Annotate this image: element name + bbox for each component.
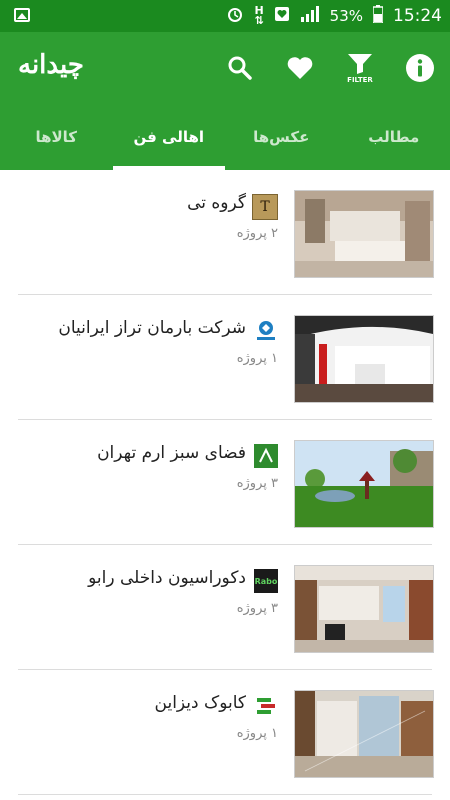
company-logo: Rabo bbox=[254, 569, 278, 593]
project-thumbnail bbox=[294, 190, 434, 278]
company-name: گروه تی bbox=[187, 193, 246, 213]
info-button[interactable] bbox=[400, 48, 440, 88]
info-icon bbox=[406, 54, 434, 82]
company-name: کابوک دیزاین bbox=[154, 693, 246, 713]
tab-photos[interactable]: عکس‌ها bbox=[225, 104, 338, 170]
list-item[interactable]: شرکت بارمان تراز ایرانیان ۱ پروژه bbox=[18, 295, 434, 420]
data-hplus-icon: H ⇅ bbox=[254, 4, 264, 27]
project-thumbnail bbox=[294, 690, 434, 778]
project-thumbnail bbox=[294, 565, 434, 653]
alarm-icon bbox=[226, 5, 244, 27]
search-button[interactable] bbox=[220, 48, 260, 88]
project-count: ۲ پروژه bbox=[236, 226, 278, 241]
status-bar: H ⇅ 53% 15:24 bbox=[0, 0, 450, 32]
search-icon bbox=[228, 56, 252, 80]
signal-icon bbox=[300, 6, 320, 26]
heart-notification-icon bbox=[274, 6, 290, 26]
list-item[interactable]: کابوک دیزاین ۱ پروژه bbox=[18, 670, 434, 795]
battery-percent: 53% bbox=[329, 7, 363, 25]
project-thumbnail bbox=[294, 315, 434, 403]
clock-time: 15:24 bbox=[393, 6, 442, 26]
list-item[interactable]: فضای سبز ارم تهران ۳ پروژه bbox=[18, 420, 434, 545]
project-count: ۱ پروژه bbox=[236, 351, 278, 366]
company-name: شرکت بارمان تراز ایرانیان bbox=[58, 318, 246, 338]
tab-articles[interactable]: مطالب bbox=[338, 104, 450, 170]
filter-icon bbox=[348, 53, 372, 74]
company-name: فضای سبز ارم تهران bbox=[97, 443, 246, 463]
list-item[interactable]: Rabo دکوراسیون داخلی رابو ۳ پروژه bbox=[18, 545, 434, 670]
project-thumbnail bbox=[294, 440, 434, 528]
filter-caption: FILTER bbox=[347, 75, 373, 84]
filter-button[interactable]: FILTER bbox=[340, 48, 380, 88]
professionals-list: T گروه تی ۲ پروژه شرکت بارمان تراز ایران… bbox=[0, 170, 450, 795]
list-item[interactable]: T گروه تی ۲ پروژه bbox=[18, 170, 434, 295]
company-name: دکوراسیون داخلی رابو bbox=[88, 568, 246, 588]
tab-professionals[interactable]: اهالی فن bbox=[112, 104, 226, 170]
app-title: چیدانه bbox=[18, 50, 84, 80]
company-logo bbox=[254, 444, 278, 468]
battery-icon bbox=[372, 5, 384, 27]
heart-icon bbox=[287, 57, 313, 79]
tab-products[interactable]: کالاها bbox=[0, 104, 113, 170]
favorites-button[interactable] bbox=[280, 48, 320, 88]
company-logo bbox=[254, 694, 278, 718]
gallery-notification-icon bbox=[14, 8, 30, 22]
project-count: ۱ پروژه bbox=[236, 726, 278, 741]
tab-bar: مطالب عکس‌ها اهالی فن کالاها bbox=[0, 104, 450, 170]
app-bar: چیدانه FILTER bbox=[0, 32, 450, 104]
project-count: ۳ پروژه bbox=[236, 476, 278, 491]
company-logo bbox=[254, 319, 278, 343]
company-logo: T bbox=[252, 194, 278, 220]
project-count: ۳ پروژه bbox=[236, 601, 278, 616]
